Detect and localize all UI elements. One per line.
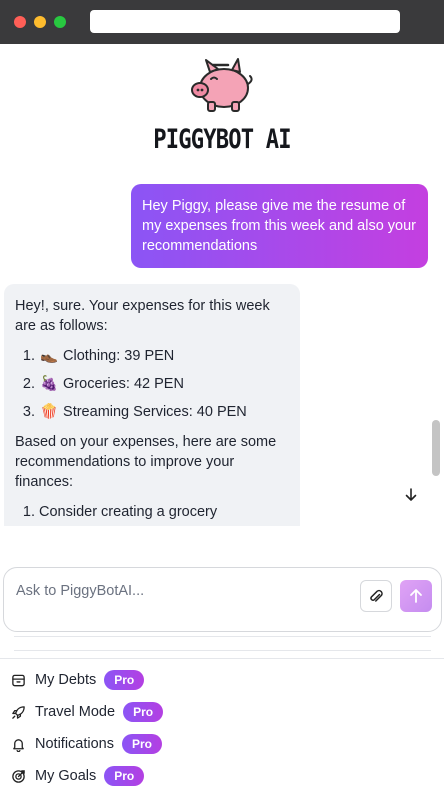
divider — [14, 636, 431, 637]
piggy-bank-icon — [191, 58, 253, 112]
minimize-window-button[interactable] — [34, 16, 46, 28]
brand-title: PIGGYBOT AI — [153, 124, 291, 155]
list-item: 🍇 Groceries: 42 PEN — [39, 374, 288, 394]
menu-item-label: My Debts — [35, 672, 97, 688]
recommendation-list: Consider creating a grocery — [15, 502, 288, 522]
chat-thread[interactable]: Hey Piggy, please give me the resume of … — [0, 176, 430, 526]
menu-item-label: My Goals — [35, 768, 97, 784]
app-header: PIGGYBOT AI — [0, 44, 444, 174]
menu-item-travel-mode[interactable]: Travel Mode Pro — [10, 698, 164, 726]
grapes-icon: 🍇 — [39, 376, 59, 392]
bell-icon — [10, 736, 26, 752]
divider — [14, 650, 431, 651]
message-composer — [3, 567, 442, 632]
pro-badge: Pro — [104, 766, 145, 786]
address-bar[interactable] — [90, 10, 400, 33]
rocket-icon — [10, 704, 26, 720]
send-button[interactable] — [400, 580, 432, 612]
scrollbar-thumb[interactable] — [432, 420, 440, 476]
pro-badge: Pro — [123, 702, 164, 722]
menu-item-my-goals[interactable]: My Goals Pro — [10, 762, 145, 790]
list-item: Consider creating a grocery — [39, 502, 288, 522]
expense-text: Groceries: 42 PEN — [63, 376, 184, 392]
target-icon — [10, 768, 26, 784]
shoe-icon: 👞 — [39, 348, 59, 364]
expense-text: Streaming Services: 40 PEN — [63, 404, 247, 420]
close-window-button[interactable] — [14, 16, 26, 28]
message-input[interactable] — [16, 580, 346, 602]
expense-list: 👞 Clothing: 39 PEN 🍇 Groceries: 42 PEN 🍿… — [15, 346, 288, 422]
paperclip-icon — [370, 589, 383, 602]
maximize-window-button[interactable] — [54, 16, 66, 28]
arrow-up-icon — [410, 589, 422, 603]
recommendations-intro: Based on your expenses, here are some re… — [15, 434, 277, 490]
bot-intro-text: Hey!, sure. Your expenses for this week … — [15, 298, 270, 334]
browser-titlebar — [0, 0, 444, 44]
list-item: 🍿 Streaming Services: 40 PEN — [39, 402, 288, 422]
menu-item-label: Travel Mode — [35, 704, 116, 720]
divider — [0, 658, 444, 659]
pro-badge: Pro — [121, 734, 162, 754]
pro-badge: Pro — [104, 670, 145, 690]
menu-item-label: Notifications — [35, 736, 114, 752]
expense-text: Clothing: 39 PEN — [63, 348, 175, 364]
menu-item-notifications[interactable]: Notifications Pro — [10, 730, 162, 758]
archive-box-icon — [10, 672, 26, 688]
list-item: 👞 Clothing: 39 PEN — [39, 346, 288, 366]
bot-message: Hey!, sure. Your expenses for this week … — [4, 284, 300, 526]
menu-item-my-debts[interactable]: My Debts Pro — [10, 666, 145, 694]
arrow-down-icon[interactable] — [402, 486, 420, 504]
popcorn-icon: 🍿 — [39, 404, 59, 420]
attach-button[interactable] — [360, 580, 392, 612]
user-message: Hey Piggy, please give me the resume of … — [131, 184, 428, 268]
